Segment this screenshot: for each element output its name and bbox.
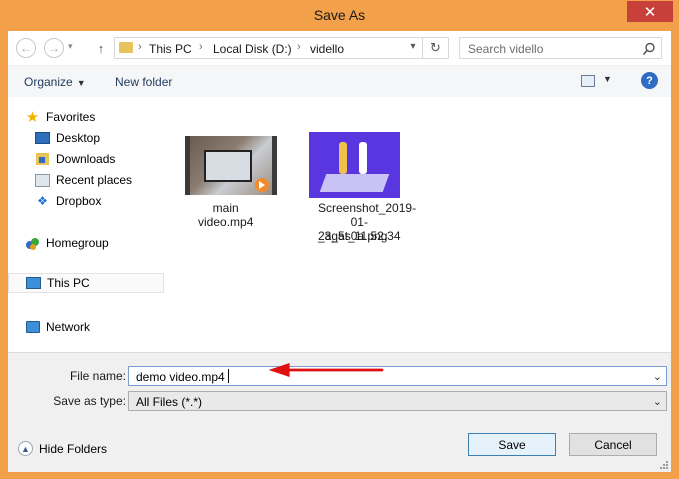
search-input[interactable]: Search vidello (468, 42, 543, 56)
homegroup-icon (25, 236, 40, 251)
recent-locations-dropdown[interactable]: ▾ (68, 41, 73, 52)
nav-favorites[interactable]: ★ Favorites (25, 107, 96, 127)
dialog-client: ← → ▾ ↑ › This PC › Local Disk (D:) › vi… (8, 31, 671, 472)
nav-item-desktop[interactable]: Desktop (35, 128, 100, 148)
text-caret (228, 369, 229, 383)
breadcrumb-separator-icon[interactable]: › (297, 41, 301, 53)
save-as-type-value: All Files (*.*) (136, 395, 203, 409)
video-thumbnail (185, 136, 277, 195)
search-box[interactable]: Search vidello (459, 37, 662, 59)
downloads-folder-icon (35, 152, 50, 167)
nav-homegroup[interactable]: Homegroup (25, 233, 109, 253)
nav-homegroup-label: Homegroup (46, 236, 109, 250)
refresh-icon: ↻ (430, 40, 441, 55)
play-icon (259, 181, 265, 189)
image-thumbnail (309, 132, 400, 198)
title-bar[interactable]: Save As ✕ (0, 0, 679, 31)
cancel-button[interactable]: Cancel (569, 433, 657, 456)
chevron-down-icon[interactable]: ⌄ (653, 395, 662, 408)
dropbox-icon: ❖ (37, 194, 48, 208)
address-row: ← → ▾ ↑ › This PC › Local Disk (D:) › vi… (8, 31, 671, 65)
file-name-input[interactable]: demo video.mp4 (136, 370, 225, 384)
address-dropdown-icon[interactable]: ▾ (404, 41, 422, 52)
file-name-line: Screenshot_2019- (318, 201, 417, 215)
file-name-line: _ag5s0a.png (318, 229, 388, 243)
nav-this-pc[interactable]: This PC (8, 273, 164, 293)
back-button[interactable]: ← (16, 38, 36, 58)
computer-icon (26, 276, 41, 291)
breadcrumb-separator-icon[interactable]: › (199, 41, 203, 53)
forward-button[interactable]: → (44, 38, 64, 58)
save-button[interactable]: Save (468, 433, 556, 456)
save-options-pane: File name: demo video.mp4 ⌄ Save as type… (8, 352, 671, 472)
nav-item-recent-places[interactable]: Recent places (35, 170, 132, 190)
hide-folders-label: Hide Folders (39, 441, 108, 456)
resize-grip-icon[interactable] (659, 460, 669, 470)
refresh-button[interactable]: ↻ (422, 37, 449, 59)
organize-menu[interactable]: Organize ▼ (24, 75, 86, 89)
folder-icon (119, 42, 133, 53)
nav-item-label: Downloads (56, 152, 116, 166)
chevron-up-icon: ▲ (18, 441, 33, 456)
nav-item-label: Recent places (56, 173, 133, 187)
window-title: Save As (313, 7, 366, 23)
arrow-left-icon: ← (20, 41, 32, 55)
command-bar: Organize ▼ New folder ▼ ? (8, 65, 671, 98)
close-button[interactable]: ✕ (627, 1, 673, 22)
view-dropdown-icon[interactable]: ▼ (603, 74, 612, 84)
nav-network-label: Network (46, 320, 91, 334)
organize-label: Organize (24, 75, 73, 89)
file-name-label: File name: (69, 369, 126, 383)
network-icon (25, 320, 40, 335)
nav-this-pc-label: This PC (47, 276, 90, 290)
desktop-icon (35, 131, 50, 146)
annotation-arrow-icon (268, 363, 384, 377)
nav-item-label: Dropbox (56, 194, 102, 208)
address-bar[interactable]: › This PC › Local Disk (D:) › vidello ▾ (114, 37, 449, 59)
star-icon: ★ (25, 109, 40, 126)
navigation-pane: ★ Favorites Desktop Downloads Recent pla… (8, 97, 164, 352)
breadcrumb-vidello[interactable]: vidello (310, 42, 344, 56)
recent-places-icon (35, 173, 50, 188)
save-as-type-select[interactable]: All Files (*.*) ⌄ (128, 391, 667, 411)
chevron-down-icon: ▾ (68, 41, 73, 51)
breadcrumb-local-disk[interactable]: Local Disk (D:) (213, 42, 292, 56)
new-folder-button[interactable]: New folder (115, 75, 172, 89)
up-button[interactable]: ↑ (94, 38, 108, 58)
file-name-label: main video.mp4 (198, 201, 254, 229)
save-as-dialog: Save As ✕ ← → ▾ ↑ › This PC › Local Disk… (0, 0, 679, 479)
chevron-down-icon[interactable]: ⌄ (653, 370, 662, 383)
nav-item-downloads[interactable]: Downloads (35, 149, 115, 169)
arrow-right-icon: → (48, 41, 60, 55)
nav-item-label: Desktop (56, 131, 101, 145)
breadcrumb-this-pc[interactable]: This PC (149, 42, 192, 56)
save-as-type-label: Save as type: (53, 394, 126, 408)
help-icon[interactable]: ? (641, 72, 658, 89)
nav-favorites-label: Favorites (46, 110, 96, 124)
file-list: main video.mp4 Screenshot_2019- 01-23_at… (164, 97, 671, 352)
hide-folders-toggle[interactable]: ▲ Hide Folders (18, 441, 107, 456)
nav-network[interactable]: Network (25, 317, 90, 337)
nav-item-dropbox[interactable]: ❖ Dropbox (35, 191, 101, 211)
search-icon[interactable] (642, 42, 656, 56)
close-icon: ✕ (643, 3, 657, 21)
arrow-up-icon: ↑ (97, 40, 105, 56)
breadcrumb-separator-icon[interactable]: › (138, 41, 142, 53)
chevron-down-icon: ▼ (76, 78, 86, 88)
view-options-icon[interactable] (581, 75, 595, 87)
